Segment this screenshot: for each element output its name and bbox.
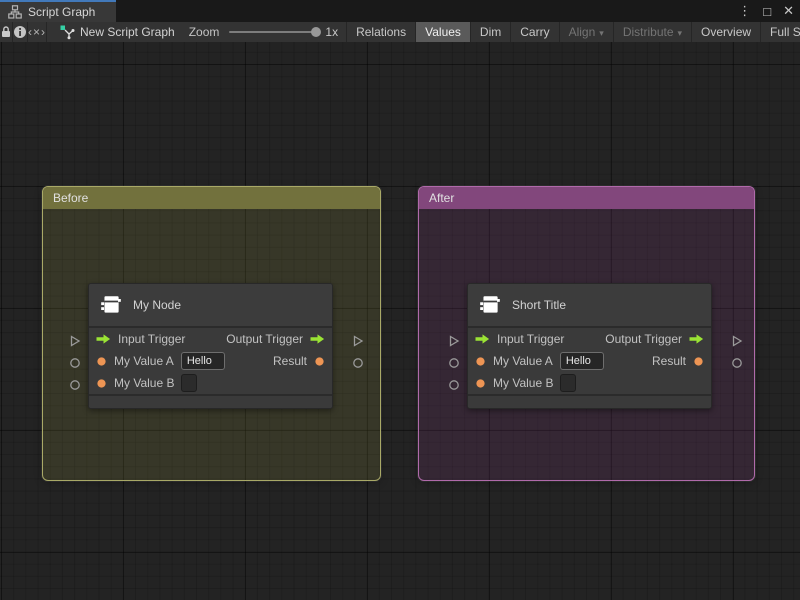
toolbar-button-overview[interactable]: Overview [691, 22, 760, 42]
graph-tab-icon [8, 5, 22, 19]
group-header[interactable]: After [419, 187, 754, 209]
port-label: Result [272, 354, 307, 368]
node-footer [468, 394, 711, 408]
info-icon [14, 26, 26, 38]
tab-script-graph[interactable]: Script Graph [0, 0, 116, 22]
value-dot-icon [96, 356, 107, 367]
flow-input-port[interactable] [448, 335, 460, 347]
chevron-down-icon: ▾ [599, 28, 604, 38]
value-output-port[interactable] [731, 357, 743, 369]
group-label: After [429, 191, 455, 205]
window-titlebar: Script Graph ⋮ □ ✕ [0, 0, 800, 22]
info-button[interactable] [13, 22, 28, 42]
close-icon[interactable]: ✕ [783, 3, 794, 19]
zoom-slider[interactable] [229, 27, 322, 37]
value-dot-icon [475, 356, 486, 367]
maximize-icon[interactable]: □ [763, 4, 771, 19]
value-input-field[interactable] [181, 374, 198, 392]
code-preview-button[interactable]: ‹×› [28, 22, 47, 42]
unit-icon [101, 296, 121, 313]
value-dot-icon [475, 378, 486, 389]
zoom-label: Zoom [188, 25, 220, 39]
toolbar-button-align: Align ▾ [558, 22, 613, 42]
value-dot-icon [314, 356, 325, 367]
lock-button[interactable] [0, 22, 13, 42]
value-input-port[interactable] [448, 379, 460, 391]
flow-output-port[interactable] [352, 335, 364, 347]
port-label: My Value B [493, 376, 554, 390]
port-label: My Value A [493, 354, 553, 368]
graph-canvas[interactable]: Before After My Node Input Trigger Outpu… [0, 42, 800, 600]
tab-title: Script Graph [28, 5, 96, 19]
flow-arrow-icon [689, 334, 704, 344]
toolbar-actions: Relations Values Dim Carry Align ▾ Distribute ▾… [346, 22, 800, 42]
zoom-slider-handle[interactable] [311, 27, 322, 37]
flow-arrow-icon [475, 334, 490, 344]
value-input-port[interactable] [448, 357, 460, 369]
flow-output-port[interactable] [731, 335, 743, 347]
value-input-field[interactable]: Hello [180, 352, 225, 370]
lock-icon [2, 26, 10, 37]
value-input-port[interactable] [69, 357, 81, 369]
node-title: My Node [133, 298, 182, 312]
toolbar-button-carry[interactable]: Carry [510, 22, 558, 42]
value-dot-icon [693, 356, 704, 367]
zoom-value: 1x [325, 25, 339, 39]
port-label: Result [651, 354, 686, 368]
toolbar-button-distribute: Distribute ▾ [612, 22, 691, 42]
toolbar-button-full-screen[interactable]: Full Screen [760, 22, 800, 42]
port-label: Output Trigger [226, 332, 303, 346]
toolbar-button-relations[interactable]: Relations [346, 22, 415, 42]
toolbar-button-dim[interactable]: Dim [469, 22, 510, 42]
chevron-down-icon: ▾ [677, 28, 683, 38]
value-dot-icon [96, 378, 107, 389]
node-short-title[interactable]: Short Title Input Trigger Output Trigger [449, 283, 743, 409]
graph-name: New Script Graph [80, 25, 175, 39]
value-input-field[interactable] [560, 374, 577, 392]
port-label: My Value B [114, 376, 175, 390]
node-header[interactable]: Short Title [468, 284, 711, 328]
graph-toolbar: ‹×› New Script Graph Zoom 1x Relations Va… [0, 22, 800, 42]
value-output-port[interactable] [352, 357, 364, 369]
port-label: Input Trigger [497, 332, 565, 346]
flow-arrow-icon [96, 334, 111, 344]
script-graph-icon [60, 25, 75, 40]
node-my-node[interactable]: My Node Input Trigger Output Trigger My … [70, 283, 364, 409]
graph-breadcrumb[interactable]: New Script Graph [59, 24, 175, 40]
flow-input-port[interactable] [69, 335, 81, 347]
value-input-port[interactable] [69, 379, 81, 391]
flow-arrow-icon [310, 334, 325, 344]
port-label: My Value A [114, 354, 174, 368]
node-title: Short Title [512, 298, 567, 312]
unit-icon [480, 296, 500, 313]
window-menu-icon[interactable]: ⋮ [738, 3, 751, 19]
group-label: Before [53, 191, 89, 205]
port-label: Output Trigger [605, 332, 682, 346]
port-label: Input Trigger [118, 332, 186, 346]
toolbar-button-values[interactable]: Values [415, 22, 470, 42]
node-header[interactable]: My Node [89, 284, 332, 328]
node-footer [89, 394, 332, 408]
group-header[interactable]: Before [43, 187, 380, 209]
value-input-field[interactable]: Hello [559, 352, 604, 370]
